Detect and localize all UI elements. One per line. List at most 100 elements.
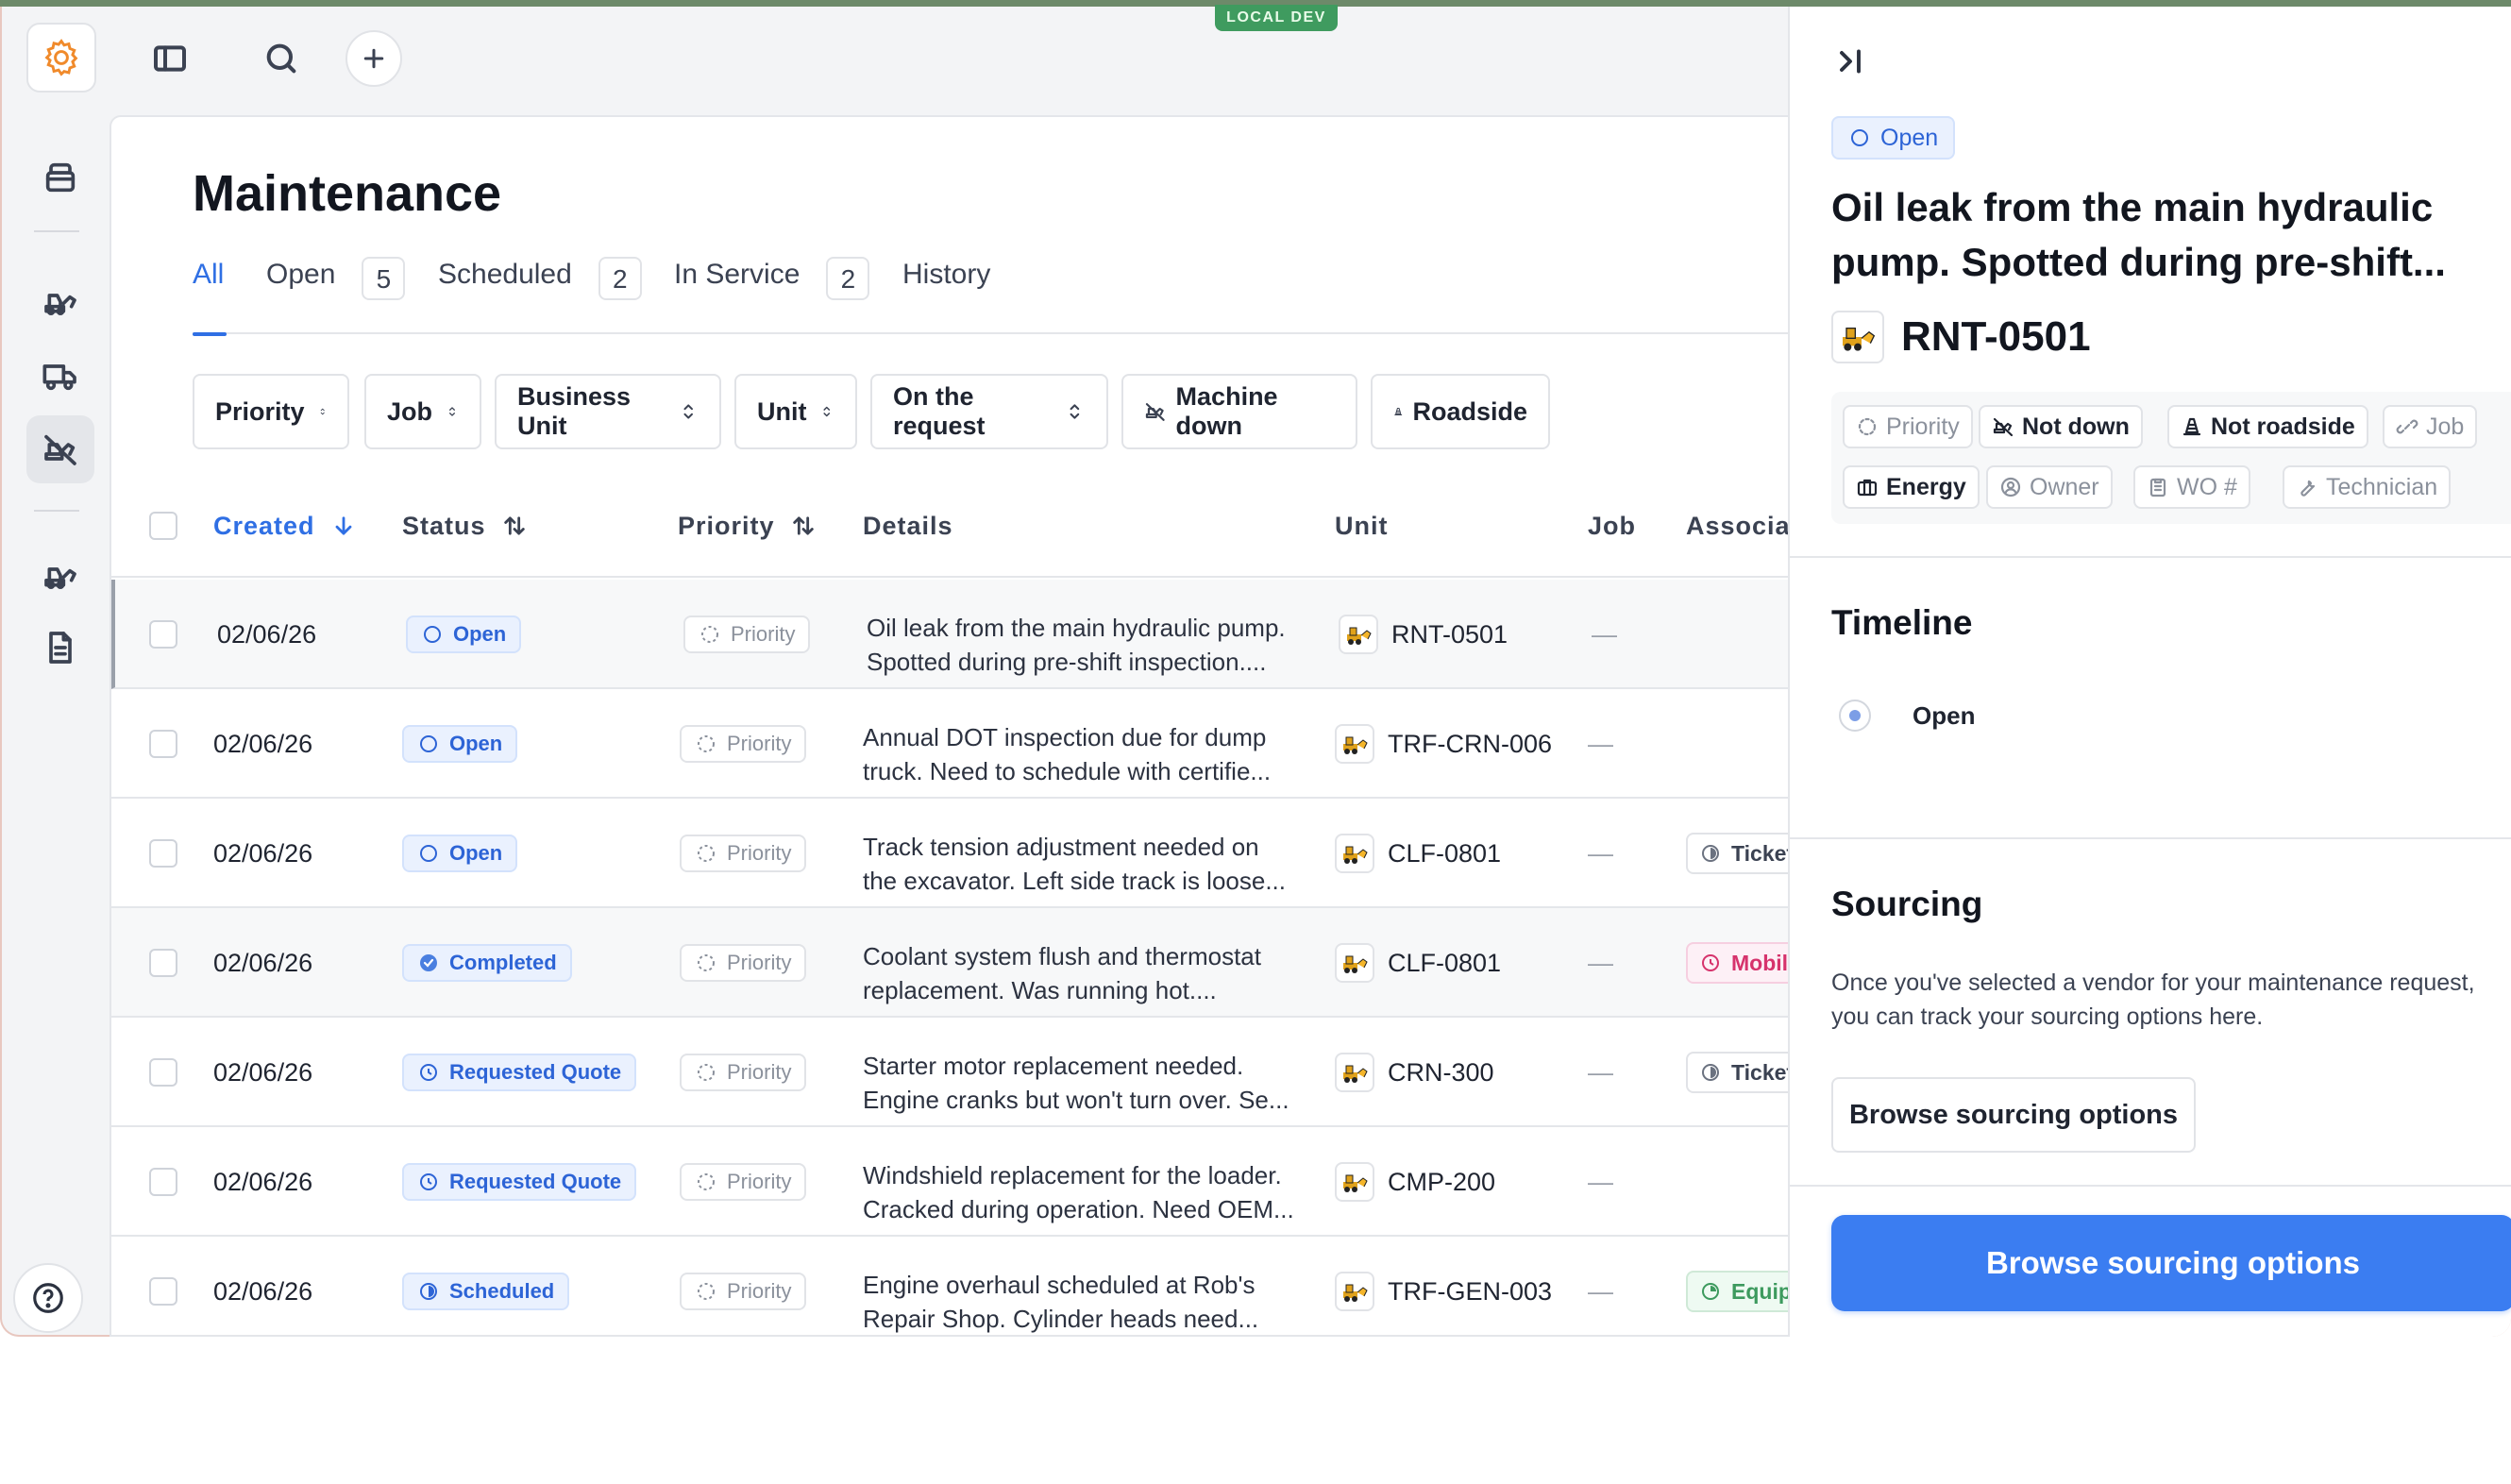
row-checkbox[interactable] xyxy=(149,1168,177,1196)
unit-label[interactable]: CLF-0801 xyxy=(1388,949,1501,978)
table-row[interactable]: 02/06/26 Open Priority Annual DOT inspec… xyxy=(111,689,1788,799)
inventory-nav[interactable] xyxy=(26,143,94,211)
documents-nav[interactable] xyxy=(26,614,94,682)
job-tag[interactable]: Job xyxy=(2383,405,2478,448)
table-row[interactable]: 02/06/26 Open Priority Track tension adj… xyxy=(111,799,1788,908)
create-button[interactable] xyxy=(345,30,402,87)
row-checkbox[interactable] xyxy=(149,949,177,977)
fleet-nav[interactable] xyxy=(26,540,94,608)
row-checkbox[interactable] xyxy=(149,839,177,868)
column-job[interactable]: Job xyxy=(1588,474,1636,578)
associated-badge[interactable]: Equip xyxy=(1686,1271,1788,1312)
row-checkbox[interactable] xyxy=(149,1277,177,1306)
associated-label: Ticket xyxy=(1731,1059,1790,1085)
table-row[interactable]: 02/06/26 Scheduled Priority Engine overh… xyxy=(111,1237,1788,1335)
priority-badge[interactable]: Priority xyxy=(680,1273,807,1310)
column-status[interactable]: Status xyxy=(402,474,528,578)
maintenance-nav[interactable] xyxy=(26,415,94,483)
select-all-checkbox[interactable] xyxy=(149,512,177,540)
column-associated[interactable]: Associat xyxy=(1686,474,1788,578)
unit-label[interactable]: RNT-0501 xyxy=(1391,620,1508,649)
unit-label[interactable]: CLF-0801 xyxy=(1388,839,1501,868)
tab-in-service[interactable]: In Service 2 xyxy=(674,257,870,334)
tab-label: Open xyxy=(266,259,336,290)
app-logo-button[interactable] xyxy=(26,23,96,93)
tab-history[interactable]: History xyxy=(902,259,990,334)
status-open-icon xyxy=(420,735,437,752)
job-filter[interactable]: Job xyxy=(364,374,481,449)
priority-badge[interactable]: Priority xyxy=(680,835,807,872)
table-row[interactable]: 02/06/26 Open Priority Oil leak from the… xyxy=(111,580,1788,689)
work-order-tag[interactable]: WO # xyxy=(2133,465,2250,509)
status-badge[interactable]: Scheduled xyxy=(402,1273,570,1310)
tag-label: Owner xyxy=(2030,473,2099,500)
browse-sourcing-button[interactable]: Browse sourcing options xyxy=(1831,1077,2196,1153)
row-checkbox[interactable] xyxy=(149,730,177,758)
search-button[interactable] xyxy=(257,34,306,83)
table-row[interactable]: 02/06/26 Requested Quote Priority Starte… xyxy=(111,1018,1790,1127)
detail-unit[interactable]: RNT-0501 xyxy=(1831,311,2091,363)
unit-label[interactable]: TRF-CRN-006 xyxy=(1388,730,1552,759)
dashed-circle-icon xyxy=(698,954,715,971)
loader-icon xyxy=(44,567,76,589)
help-button[interactable] xyxy=(13,1263,83,1333)
timeline-item-label: Open xyxy=(1913,701,1976,730)
status-badge[interactable]: Requested Quote xyxy=(402,1163,637,1201)
toggle-sidebar-button[interactable] xyxy=(145,34,194,83)
on-the-request-filter[interactable]: On the request xyxy=(870,374,1108,449)
trucks-nav[interactable] xyxy=(26,342,94,410)
owner-tag[interactable]: Owner xyxy=(1986,465,2113,509)
associated-badge[interactable]: Ticket xyxy=(1686,833,1788,874)
table-row[interactable]: 02/06/26 Requested Quote Priority Windsh… xyxy=(111,1127,1788,1237)
detail-status-badge[interactable]: Open xyxy=(1831,116,1956,160)
column-details[interactable]: Details xyxy=(863,474,953,578)
priority-badge[interactable]: Priority xyxy=(683,616,811,653)
machine-down-tag[interactable]: Not down xyxy=(1979,405,2143,448)
unit-filter[interactable]: Unit xyxy=(734,374,857,449)
status-badge[interactable]: Requested Quote xyxy=(402,1054,637,1091)
priority-badge[interactable]: Priority xyxy=(680,725,807,763)
filter-label: Unit xyxy=(757,396,807,426)
status-badge[interactable]: Open xyxy=(402,725,518,763)
technician-tag[interactable]: Technician xyxy=(2283,465,2452,509)
sort-chevrons-icon xyxy=(823,406,831,417)
column-created[interactable]: Created xyxy=(213,474,357,578)
roadside-filter[interactable]: Roadside xyxy=(1371,374,1550,449)
unit-label[interactable]: CRN-300 xyxy=(1388,1058,1494,1088)
status-label: Open xyxy=(449,841,503,865)
filter-label: On the request xyxy=(893,382,986,440)
row-checkbox[interactable] xyxy=(149,620,177,649)
status-badge[interactable]: Completed xyxy=(402,944,572,982)
machine-down-filter[interactable]: Machine down xyxy=(1121,374,1357,449)
status-badge[interactable]: Open xyxy=(402,835,518,872)
unit-label[interactable]: CMP-200 xyxy=(1388,1168,1495,1197)
row-checkbox[interactable] xyxy=(149,1058,177,1087)
priority-badge[interactable]: Priority xyxy=(680,944,807,982)
job-cell: — xyxy=(1592,619,1617,649)
browse-sourcing-primary-button[interactable]: Browse sourcing options xyxy=(1831,1215,2511,1311)
priority-badge[interactable]: Priority xyxy=(680,1054,807,1091)
unit-label[interactable]: TRF-GEN-003 xyxy=(1388,1277,1552,1307)
priority-filter[interactable]: Priority xyxy=(193,374,349,449)
filter-label: Business Unit xyxy=(517,382,632,440)
priority-tag[interactable]: Priority xyxy=(1843,405,1973,448)
priority-badge[interactable]: Priority xyxy=(680,1163,807,1201)
column-unit[interactable]: Unit xyxy=(1335,474,1388,578)
associated-badge[interactable]: Ticket xyxy=(1686,1052,1790,1093)
column-priority[interactable]: Priority xyxy=(678,474,817,578)
tab-open[interactable]: Open 5 xyxy=(266,257,406,334)
table-row[interactable]: 02/06/26 Completed Priority Coolant syst… xyxy=(111,908,1788,1018)
collapse-panel-button[interactable] xyxy=(1833,44,1871,82)
status-badge[interactable]: Open xyxy=(406,616,522,653)
tab-scheduled[interactable]: Scheduled 2 xyxy=(438,257,642,334)
associated-badge[interactable]: Mobili xyxy=(1686,942,1788,984)
progress-circle-icon xyxy=(1702,1283,1719,1300)
business-unit-filter[interactable]: Business Unit xyxy=(495,374,721,449)
roadside-tag[interactable]: Not roadside xyxy=(2167,405,2368,448)
tab-all[interactable]: All xyxy=(193,259,227,336)
tab-label: History xyxy=(902,259,991,290)
business-unit-tag[interactable]: Energy xyxy=(1843,465,1980,509)
status-label: Requested Quote xyxy=(449,1170,622,1193)
status-label: Completed xyxy=(449,951,557,974)
equipment-nav[interactable] xyxy=(26,266,94,334)
